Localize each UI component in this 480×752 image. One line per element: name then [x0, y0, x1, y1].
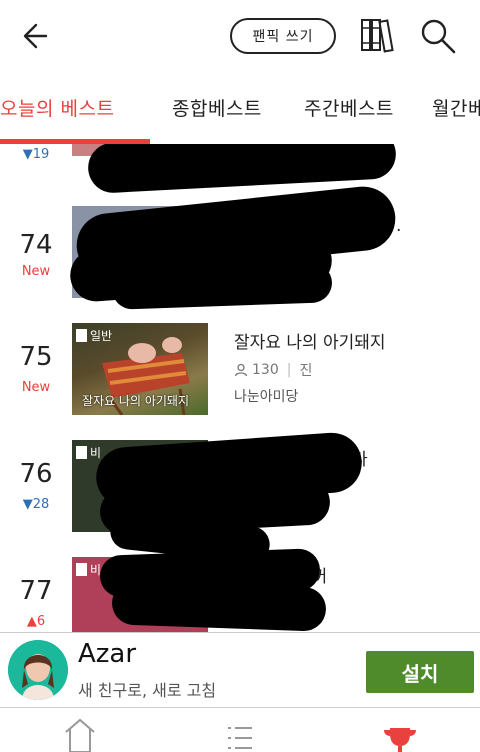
ad-app-name: Azar [78, 639, 137, 669]
bookshelf-icon [361, 19, 394, 53]
person-icon [234, 363, 248, 377]
story-status: 진 [299, 363, 313, 379]
write-fanfic-button[interactable]: 팬픽 쓰기 [230, 18, 336, 54]
redaction-mark [111, 580, 327, 632]
list-item[interactable]: 75 New 일반 잘자요 나의 아기돼지 잘자요 나의 아기돼지 130 | … [0, 320, 480, 437]
list-icon [228, 727, 252, 749]
nav-home[interactable] [60, 716, 100, 752]
image-icon [76, 563, 87, 576]
avatar-image [8, 640, 68, 700]
tab-overall-best[interactable]: 종합베스트 [172, 94, 262, 121]
home-icon [65, 718, 95, 752]
ranking-list[interactable]: ▼19 74 New . 75 New 일반 잘자요 나의 아기돼지 잘자요 나… [0, 144, 480, 632]
ad-install-button[interactable]: 설치 [366, 651, 474, 693]
thumbnail-caption: 잘자요 나의 아기돼지 [82, 394, 189, 408]
nav-list[interactable] [220, 716, 260, 752]
meta-divider: | [286, 362, 292, 378]
rank-number: 74 [19, 230, 53, 260]
story-title: 잘자요 나의 아기돼지 [234, 333, 386, 353]
trophy-icon [384, 728, 416, 752]
rank-change: ▼28 [22, 497, 50, 512]
tab-monthly-best[interactable]: 월간베 [432, 94, 480, 121]
ad-banner[interactable]: Azar 새 친구로, 새로 고침 설치 [0, 632, 480, 708]
library-button[interactable] [360, 16, 396, 54]
story-author: 나눈아미당 [234, 389, 299, 405]
rank-change: ▲6 [26, 614, 46, 629]
app-header: 팬픽 쓰기 [0, 0, 480, 76]
back-button[interactable] [18, 18, 54, 54]
document-icon [76, 329, 87, 342]
redaction-mark [111, 262, 333, 310]
story-meta: 130 | 진 [234, 360, 312, 380]
ad-description: 새 친구로, 새로 고침 [78, 681, 217, 700]
ranking-tabs: 오늘의 베스트 종합베스트 주간베스트 월간베 [0, 76, 480, 144]
view-count: 130 [252, 362, 279, 378]
thumbnail-badge: 비 [76, 444, 101, 461]
thumbnail-badge: 비 [76, 561, 101, 578]
rank-change: New [21, 264, 51, 279]
tab-today-best[interactable]: 오늘의 베스트 [0, 94, 114, 121]
image-icon [76, 446, 87, 459]
search-icon [421, 19, 456, 54]
tab-weekly-best[interactable]: 주간베스트 [304, 94, 394, 121]
arrow-left-icon [23, 23, 48, 49]
redaction-mark [86, 144, 398, 195]
nav-ranking[interactable] [380, 716, 420, 752]
rank-change: ▼19 [22, 147, 50, 162]
thumbnail: 일반 잘자요 나의 아기돼지 [72, 323, 208, 415]
search-button[interactable] [418, 16, 458, 56]
story-title: . [396, 216, 402, 236]
bottom-navigation [0, 708, 480, 752]
rank-number: 77 [19, 576, 53, 606]
rank-change: New [21, 380, 51, 395]
rank-number: 76 [19, 459, 53, 489]
ad-app-avatar [8, 640, 68, 700]
thumbnail-badge: 일반 [76, 327, 112, 344]
rank-number: 75 [19, 342, 53, 372]
